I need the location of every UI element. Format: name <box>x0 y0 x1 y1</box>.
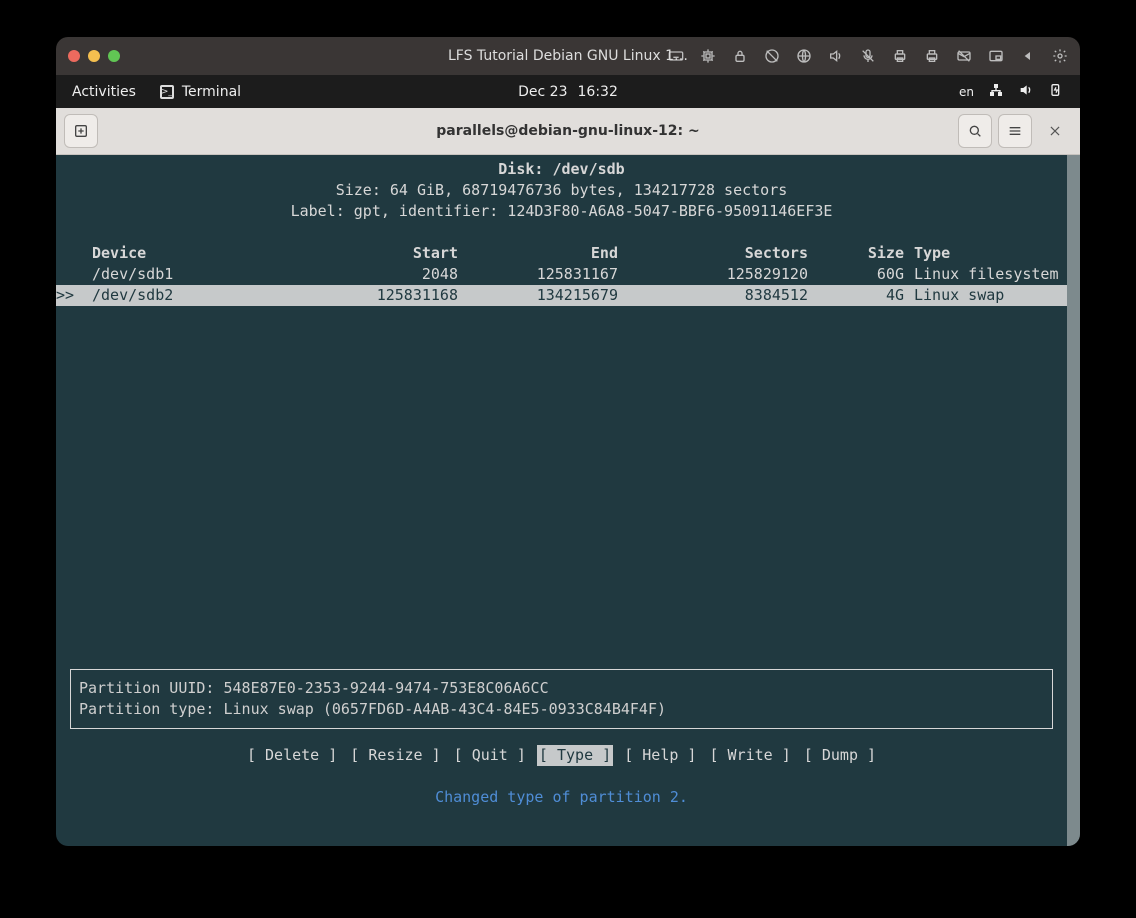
col-end: End <box>458 243 618 264</box>
disk-size-line: Size: 64 GiB, 68719476736 bytes, 1342177… <box>56 180 1067 201</box>
gnome-time: 16:32 <box>578 84 618 100</box>
close-window-button[interactable] <box>68 50 80 62</box>
terminal-scrollbar[interactable] <box>1067 155 1080 846</box>
gnome-power-icon[interactable] <box>1048 82 1064 102</box>
gnome-active-app[interactable]: >_ Terminal <box>160 84 241 100</box>
window-title: LFS Tutorial Debian GNU Linux 1… <box>448 48 688 64</box>
cfdisk-menu-item[interactable]: [ Write ] <box>707 745 792 766</box>
cpu-icon[interactable] <box>700 48 716 64</box>
gnome-date: Dec 23 <box>518 84 567 100</box>
gear-icon[interactable] <box>1052 48 1068 64</box>
volume-icon[interactable] <box>828 48 844 64</box>
mail-off-icon[interactable] <box>956 48 972 64</box>
gnome-volume-icon[interactable] <box>1018 82 1034 102</box>
gnome-lang-indicator[interactable]: en <box>959 85 974 99</box>
picture-in-picture-icon[interactable] <box>988 48 1004 64</box>
lock-icon[interactable] <box>732 48 748 64</box>
mac-titlebar: LFS Tutorial Debian GNU Linux 1… <box>56 37 1080 75</box>
back-triangle-icon[interactable] <box>1020 48 1036 64</box>
terminal-title: parallels@debian-gnu-linux-12: ~ <box>436 123 699 139</box>
col-sectors: Sectors <box>618 243 808 264</box>
hamburger-menu-button[interactable] <box>998 114 1032 148</box>
globe-icon[interactable] <box>796 48 812 64</box>
gnome-clock[interactable]: Dec 23 16:32 <box>518 84 618 100</box>
cfdisk-menu: [ Delete ] [ Resize ] [ Quit ] [ Type ] … <box>56 745 1067 766</box>
table-row[interactable]: >>/dev/sdb212583116813421567983845124GLi… <box>56 285 1067 306</box>
partition-table: Device Start End Sectors Size Type /dev/… <box>56 243 1067 306</box>
printer-icon[interactable] <box>892 48 908 64</box>
cfdisk-menu-item[interactable]: [ Type ] <box>537 745 613 766</box>
search-button[interactable] <box>958 114 992 148</box>
cfdisk-menu-item[interactable]: [ Quit ] <box>452 745 528 766</box>
partition-info-box: Partition UUID: 548E87E0-2353-9244-9474-… <box>70 669 1053 729</box>
disk-label-line: Label: gpt, identifier: 124D3F80-A6A8-50… <box>56 201 1067 222</box>
terminal-content[interactable]: Disk: /dev/sdb Size: 64 GiB, 68719476736… <box>56 155 1080 846</box>
terminal-app-icon: >_ <box>160 85 174 99</box>
mac-titlebar-icons <box>668 48 1068 64</box>
minimise-window-button[interactable] <box>88 50 100 62</box>
status-message: Changed type of partition 2. <box>56 787 1067 808</box>
gnome-top-bar: Activities >_ Terminal Dec 23 16:32 en <box>56 75 1080 108</box>
col-start: Start <box>268 243 458 264</box>
cfdisk-menu-item[interactable]: [ Dump ] <box>802 745 878 766</box>
disk-label: Disk: /dev/sdb <box>498 160 624 178</box>
gnome-window-header: parallels@debian-gnu-linux-12: ~ <box>56 108 1080 155</box>
col-size: Size <box>808 243 904 264</box>
printer2-icon[interactable] <box>924 48 940 64</box>
cfdisk-menu-item[interactable]: [ Resize ] <box>348 745 442 766</box>
zoom-window-button[interactable] <box>108 50 120 62</box>
cfdisk-menu-item[interactable]: [ Help ] <box>622 745 698 766</box>
network-off-icon[interactable] <box>764 48 780 64</box>
table-header: Device Start End Sectors Size Type <box>56 243 1067 264</box>
gnome-activities[interactable]: Activities <box>72 84 136 100</box>
col-type: Type <box>904 243 1067 264</box>
gnome-network-icon[interactable] <box>988 82 1004 102</box>
traffic-lights <box>68 50 120 62</box>
table-row[interactable]: /dev/sdb1204812583116712582912060GLinux … <box>56 264 1067 285</box>
close-button[interactable] <box>1038 114 1072 148</box>
new-tab-button[interactable] <box>64 114 98 148</box>
col-device: Device <box>92 243 268 264</box>
cfdisk-menu-item[interactable]: [ Delete ] <box>245 745 339 766</box>
vm-window: LFS Tutorial Debian GNU Linux 1… Activit… <box>56 37 1080 846</box>
gnome-active-app-label: Terminal <box>182 84 241 100</box>
mic-off-icon[interactable] <box>860 48 876 64</box>
